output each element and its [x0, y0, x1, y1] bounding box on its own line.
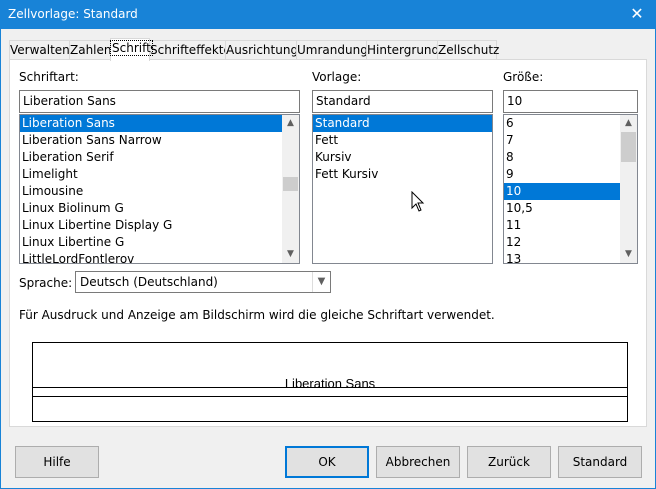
scroll-thumb[interactable]: [283, 177, 298, 191]
font-preview: Liberation Sans: [32, 342, 628, 422]
size-label: Größe:: [503, 70, 544, 84]
title-bar: Zellvorlage: Standard ✕: [1, 1, 655, 29]
scroll-down-icon[interactable]: ▼: [620, 246, 637, 263]
font-input[interactable]: Liberation Sans: [19, 90, 300, 113]
list-item[interactable]: 8: [504, 149, 637, 166]
list-item[interactable]: Limelight: [20, 166, 299, 183]
ok-button[interactable]: OK: [285, 446, 369, 478]
reset-button[interactable]: Zurück: [467, 446, 551, 478]
tab-umrandung[interactable]: Umrandung: [296, 40, 368, 60]
scroll-down-icon[interactable]: ▼: [282, 246, 299, 263]
tab-zellschutz[interactable]: Zellschutz: [437, 40, 499, 60]
font-label: Schriftart:: [19, 70, 79, 84]
window-title: Zellvorlage: Standard: [8, 7, 138, 21]
tab-hintergrund[interactable]: Hintergrund: [366, 40, 439, 60]
list-item[interactable]: Linux Libertine G: [20, 234, 299, 251]
tab-ausrichtung[interactable]: Ausrichtung: [225, 40, 298, 60]
style-list[interactable]: Standard Fett Kursiv Fett Kursiv: [312, 114, 493, 264]
scroll-up-icon[interactable]: ▲: [620, 115, 637, 132]
close-icon[interactable]: ✕: [619, 1, 655, 29]
language-value: Deutsch (Deutschland): [80, 275, 218, 289]
list-item[interactable]: 10,5: [504, 200, 637, 217]
list-item[interactable]: Liberation Sans Narrow: [20, 132, 299, 149]
chevron-down-icon[interactable]: ▼: [312, 272, 330, 292]
font-list-scrollbar[interactable]: ▲ ▼: [282, 115, 299, 263]
language-select[interactable]: Deutsch (Deutschland) ▼: [75, 271, 331, 293]
list-item[interactable]: Standard: [313, 115, 492, 132]
help-button[interactable]: Hilfe: [15, 446, 99, 478]
font-panel: Schriftart: Liberation Sans Liberation S…: [9, 59, 647, 427]
scroll-thumb[interactable]: [621, 132, 636, 162]
list-item[interactable]: 12: [504, 234, 637, 251]
list-item[interactable]: Limousine: [20, 183, 299, 200]
list-item[interactable]: 10: [504, 183, 637, 200]
list-item[interactable]: Kursiv: [313, 149, 492, 166]
size-list[interactable]: 6 7 8 9 10 10,5 11 12 13 ▲ ▼: [503, 114, 638, 264]
list-item[interactable]: 9: [504, 166, 637, 183]
tab-schrifteffekte[interactable]: Schrifteffekte: [149, 40, 231, 60]
style-input[interactable]: Standard: [312, 90, 493, 113]
tab-zahlen[interactable]: Zahlen: [69, 40, 112, 60]
standard-button[interactable]: Standard: [558, 446, 642, 478]
mouse-cursor-icon: [411, 191, 425, 212]
list-item[interactable]: Fett Kursiv: [313, 166, 492, 183]
preview-text: Liberation Sans: [284, 376, 376, 391]
list-item[interactable]: 6: [504, 115, 637, 132]
list-item[interactable]: 13: [504, 251, 637, 263]
size-list-scrollbar[interactable]: ▲ ▼: [620, 115, 637, 263]
list-item[interactable]: Fett: [313, 132, 492, 149]
preview-lower-line: [33, 396, 627, 397]
info-text: Für Ausdruck und Anzeige am Bildschirm w…: [19, 308, 495, 322]
cancel-button[interactable]: Abbrechen: [376, 446, 460, 478]
size-input[interactable]: 10: [503, 90, 638, 113]
tab-schrift[interactable]: Schrift: [110, 38, 153, 61]
tab-verwalten[interactable]: Verwalten: [9, 40, 70, 60]
list-item[interactable]: Linux Biolinum G: [20, 200, 299, 217]
font-list[interactable]: Liberation Sans Liberation Sans Narrow L…: [19, 114, 300, 264]
list-item[interactable]: LittleLordFontlerov: [20, 251, 299, 263]
list-item[interactable]: 7: [504, 132, 637, 149]
list-item[interactable]: Liberation Sans: [20, 115, 299, 132]
style-label: Vorlage:: [312, 70, 362, 84]
scroll-up-icon[interactable]: ▲: [282, 115, 299, 132]
list-item[interactable]: Liberation Serif: [20, 149, 299, 166]
list-item[interactable]: Linux Libertine Display G: [20, 217, 299, 234]
list-item[interactable]: 11: [504, 217, 637, 234]
language-label: Sprache:: [19, 276, 73, 290]
dialog-window: Zellvorlage: Standard ✕ Verwalten Zahlen…: [0, 0, 656, 489]
